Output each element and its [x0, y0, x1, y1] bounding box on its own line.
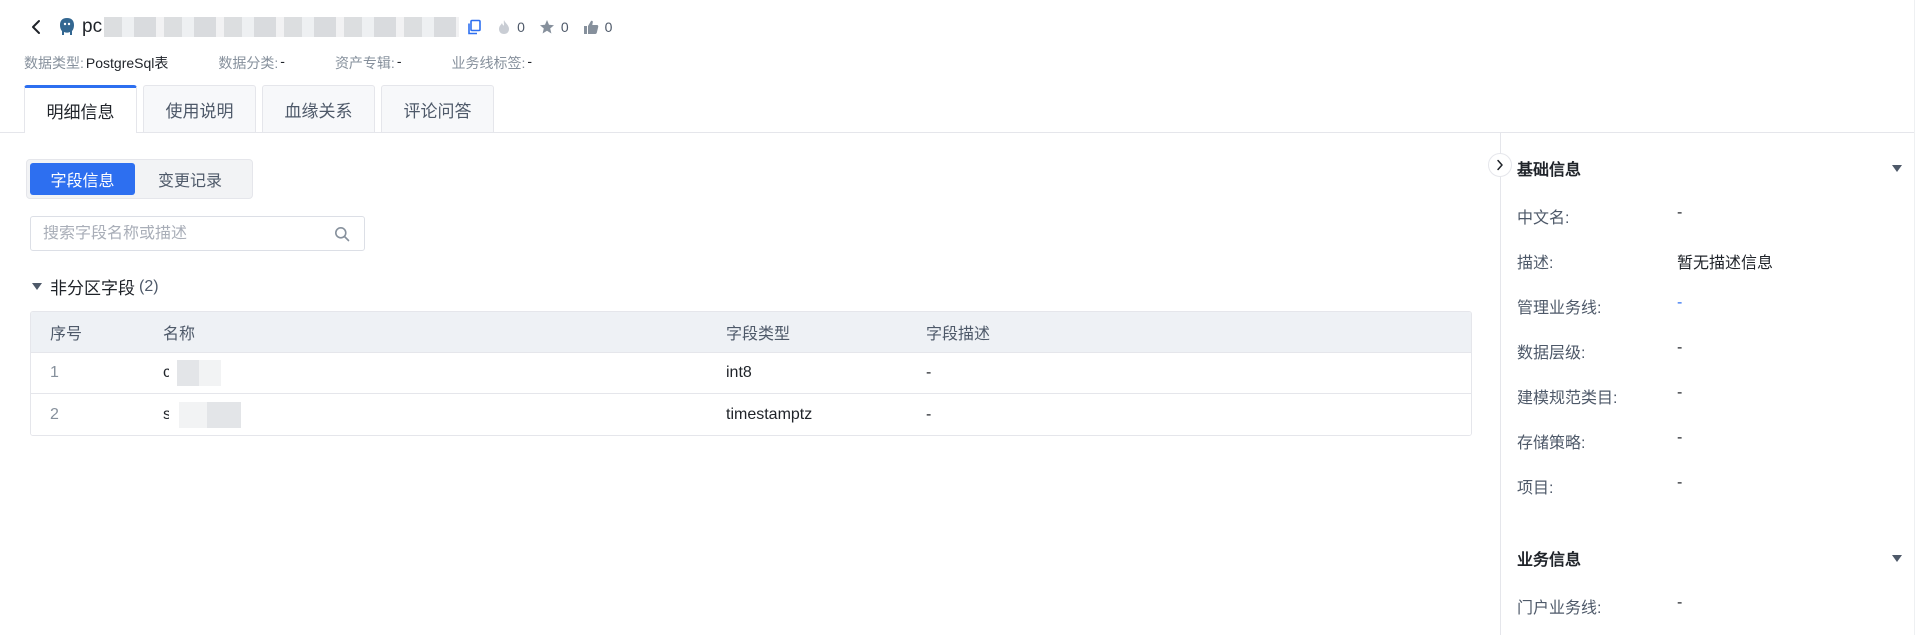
flame-icon [499, 20, 510, 34]
meta-row: 数据类型: PostgreSql表 数据分类: - 资产专辑: - 业务线标签:… [24, 53, 582, 73]
meta-asset-album: 资产专辑: - [335, 53, 402, 73]
like-count: 0 [604, 19, 613, 35]
segment-switch: 字段信息 变更记录 [26, 159, 253, 199]
asset-name-prefix: pc [82, 16, 103, 37]
info-key: 描述: [1517, 255, 1554, 272]
table-header: 序号 名称 字段类型 字段描述 [31, 312, 1471, 353]
col-desc: 字段描述 [926, 326, 991, 343]
chevron-right-icon [1497, 159, 1503, 171]
window-right-edge [1914, 0, 1919, 635]
info-key: 项目: [1517, 480, 1554, 497]
info-key: 建模规范类目: [1517, 390, 1618, 407]
detail-tabs: 明细信息 使用说明 血缘关系 评论问答 [24, 85, 500, 133]
col-index: 序号 [50, 326, 83, 343]
hot-stat[interactable]: 0 [497, 19, 525, 35]
info-key: 管理业务线: [1517, 300, 1602, 317]
row-name: s [144, 401, 707, 428]
row-type: timestamptz [726, 405, 813, 423]
info-key: 存储策略: [1517, 435, 1586, 452]
basic-info-title: 基础信息 [1517, 162, 1582, 179]
info-key: 门户业务线: [1517, 600, 1602, 617]
basic-info-header[interactable]: 基础信息 [1517, 156, 1902, 180]
segment-change-log[interactable]: 变更记录 [135, 163, 245, 195]
info-chinese-name: 中文名: - [1517, 204, 1682, 228]
tab-details[interactable]: 明细信息 [24, 85, 137, 133]
caret-down-icon [1892, 554, 1902, 562]
back-arrow-icon[interactable] [27, 18, 45, 36]
row-type: int8 [726, 364, 752, 381]
group-count: (2) [139, 277, 159, 295]
caret-down-icon [32, 283, 42, 290]
main-content: 字段信息 变更记录 非分区字段 (2) 序号 名称 字段类型 字段描述 1 c … [0, 133, 1500, 635]
info-managing-business-line: 管理业务线: - [1517, 294, 1682, 318]
table-row: 1 c int8 - [31, 353, 1471, 394]
info-project: 项目: - [1517, 474, 1682, 498]
meta-value: - [527, 53, 533, 69]
postgresql-elephant-icon [57, 17, 77, 37]
info-modeling-category: 建模规范类目: - [1517, 384, 1682, 408]
meta-key: 业务线标签: [451, 55, 526, 71]
business-info-title: 业务信息 [1517, 552, 1582, 569]
meta-value: - [396, 53, 402, 69]
thumbs-up-icon [583, 20, 598, 34]
meta-key: 资产专辑: [334, 55, 395, 71]
row-index: 2 [50, 405, 59, 423]
row-desc: - [926, 405, 932, 423]
meta-data-type: 数据类型: PostgreSql表 [24, 53, 168, 73]
hot-count: 0 [517, 19, 525, 35]
collapse-panel-button[interactable] [1488, 153, 1512, 177]
non-partition-group-toggle[interactable]: 非分区字段 (2) [32, 274, 159, 299]
search-icon[interactable] [332, 224, 352, 244]
group-title: 非分区字段 [50, 279, 135, 298]
asset-name: pc [82, 16, 460, 38]
star-icon [539, 20, 554, 34]
meta-business-tag: 业务线标签: - [452, 53, 533, 73]
info-storage-policy: 存储策略: - [1517, 429, 1682, 453]
business-info-header[interactable]: 业务信息 [1517, 546, 1902, 570]
redacted-field-name [169, 360, 261, 386]
favorite-count: 0 [560, 19, 569, 35]
info-value: - [1677, 384, 1683, 401]
meta-key: 数据分类: [218, 55, 279, 71]
field-table: 序号 名称 字段类型 字段描述 1 c int8 - 2 s timestamp… [30, 311, 1472, 436]
copy-icon[interactable] [465, 18, 483, 36]
info-value: - [1677, 204, 1683, 221]
row-name: c [144, 360, 707, 386]
info-value: - [1677, 594, 1683, 611]
row-index: 1 [50, 364, 59, 381]
meta-key: 数据类型: [24, 55, 84, 71]
col-name: 名称 [163, 326, 196, 343]
redacted-asset-name [104, 17, 460, 37]
info-value: 暂无描述信息 [1677, 255, 1774, 272]
asset-header: pc 0 0 0 数据类型: PostgreSql表 数据分类: - 资产专辑: [0, 0, 1919, 133]
title-row: pc 0 0 0 [27, 14, 612, 40]
info-panel: 基础信息 中文名: - 描述: 暂无描述信息 管理业务线: - 数据层级: - … [1501, 133, 1914, 635]
info-value: - [1677, 339, 1683, 356]
col-type: 字段类型 [726, 326, 791, 343]
meta-data-category: 数据分类: - [218, 53, 285, 73]
info-portal-business-line: 门户业务线: - [1517, 594, 1682, 618]
meta-value: PostgreSql表 [85, 55, 169, 71]
field-search-input[interactable] [43, 224, 332, 243]
info-value: - [1677, 474, 1683, 491]
like-stat[interactable]: 0 [583, 19, 613, 35]
row-desc: - [926, 364, 932, 381]
info-value[interactable]: - [1677, 294, 1682, 318]
table-row: 2 s timestamptz - [31, 394, 1471, 435]
redacted-field-name [169, 401, 261, 428]
tab-lineage[interactable]: 血缘关系 [262, 85, 375, 132]
info-key: 中文名: [1517, 210, 1570, 227]
field-search [30, 216, 365, 251]
info-description: 描述: 暂无描述信息 [1517, 249, 1773, 273]
info-key: 数据层级: [1517, 345, 1586, 362]
meta-value: - [280, 53, 285, 69]
segment-field-info[interactable]: 字段信息 [30, 163, 135, 195]
tab-usage[interactable]: 使用说明 [143, 85, 256, 132]
caret-down-icon [1892, 164, 1902, 172]
info-value: - [1677, 429, 1683, 446]
tab-comments[interactable]: 评论问答 [381, 85, 494, 132]
info-data-layer: 数据层级: - [1517, 339, 1682, 363]
favorite-stat[interactable]: 0 [539, 19, 569, 35]
